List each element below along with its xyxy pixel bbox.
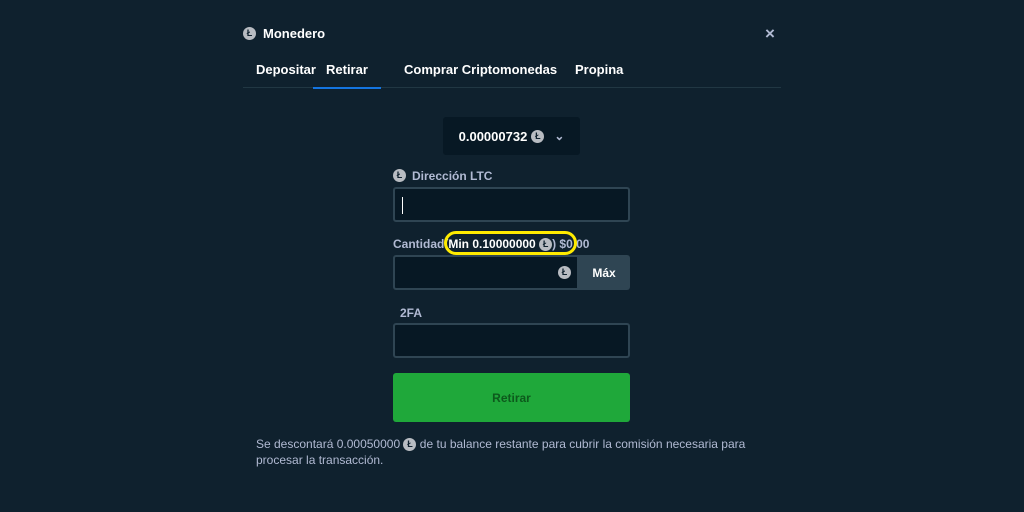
fee-note: Se descontará 0.00050000 Ł de tu balance… (256, 436, 776, 468)
litecoin-icon: Ł (558, 266, 571, 279)
chevron-down-icon: ⌄ (554, 129, 565, 143)
currency-selector[interactable]: 0.00000732 Ł ⌄ (443, 117, 580, 155)
amount-input[interactable]: Ł (393, 255, 579, 290)
highlight-circle (444, 231, 577, 255)
twofa-label: 2FA (400, 306, 423, 320)
litecoin-icon: Ł (243, 27, 256, 40)
address-input[interactable] (393, 187, 630, 222)
modal-title: Monedero (263, 26, 326, 41)
max-button[interactable]: Máx (578, 255, 630, 290)
tab-retirar[interactable]: Retirar (313, 62, 381, 89)
address-label: Dirección LTC (412, 169, 493, 183)
litecoin-icon: Ł (393, 169, 406, 182)
balance-amount: 0.00000732 (458, 128, 528, 144)
fee-note-start: Se descontará 0.00050000 (256, 437, 401, 451)
tab-depositar[interactable]: Depositar (256, 62, 316, 77)
twofa-input[interactable] (393, 323, 630, 358)
litecoin-icon: Ł (403, 438, 417, 452)
withdraw-button[interactable]: Retirar (393, 373, 630, 422)
litecoin-icon: Ł (531, 129, 545, 143)
tab-comprar-criptomonedas[interactable]: Comprar Criptomonedas (404, 62, 557, 77)
tab-propina[interactable]: Propina (575, 62, 623, 77)
close-icon[interactable]: × (765, 24, 775, 44)
tab-bar: Depositar Retirar Comprar Criptomonedas … (243, 60, 781, 89)
amount-label-text: Cantidad (393, 237, 445, 251)
text-caret (402, 197, 403, 214)
